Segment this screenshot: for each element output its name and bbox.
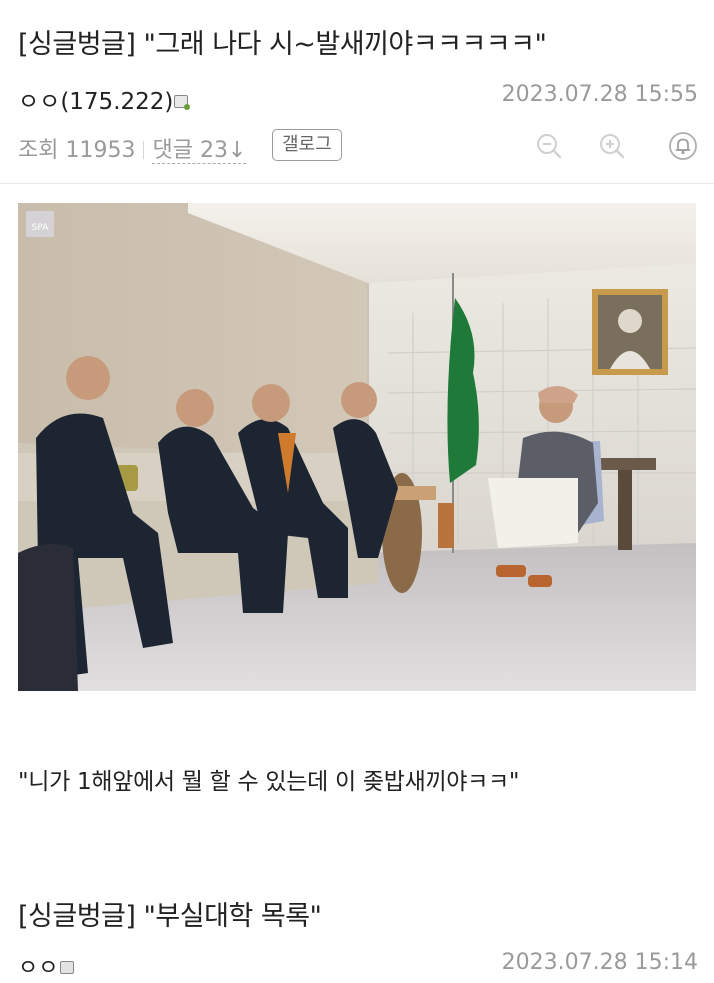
views-label: 조회 11953 bbox=[18, 138, 136, 163]
post-photo[interactable]: SPA bbox=[18, 203, 696, 691]
zoom-in-icon[interactable] bbox=[597, 131, 627, 161]
meeting-photo-illustration: SPA bbox=[18, 203, 696, 691]
gallog-button[interactable]: 갤로그 bbox=[272, 129, 342, 161]
next-post-title[interactable]: [싱글벙글] "부실대학 목록" bbox=[18, 894, 322, 933]
next-post-date: 2023.07.28 15:14 bbox=[501, 950, 698, 975]
post-stats: 조회 11953 댓글 23↓ 갤로그 bbox=[18, 128, 698, 166]
header-divider bbox=[0, 183, 714, 184]
member-badge-icon bbox=[174, 95, 191, 110]
next-author-name[interactable]: ㅇㅇ bbox=[18, 956, 58, 981]
stats-divider bbox=[143, 141, 145, 159]
zoom-out-icon[interactable] bbox=[534, 131, 564, 161]
post-body-text: "니가 1해앞에서 뭘 할 수 있는데 이 좆밥새끼야ㅋㅋ" bbox=[18, 769, 520, 795]
post-title: [싱글벙글] "그래 나다 시~발새끼야ㅋㅋㅋㅋㅋ" bbox=[18, 29, 547, 60]
post-date: 2023.07.28 15:55 bbox=[501, 82, 698, 107]
bell-icon[interactable] bbox=[668, 131, 698, 161]
spa-watermark: SPA bbox=[32, 223, 50, 233]
member-badge-icon bbox=[60, 961, 75, 974]
comments-link[interactable]: 댓글 23↓ bbox=[152, 138, 247, 164]
author-name[interactable]: ㅇㅇ(175.222) bbox=[18, 89, 173, 115]
post-meta: ㅇㅇ(175.222) 2023.07.28 15:55 bbox=[18, 82, 698, 115]
author-info[interactable]: ㅇㅇ(175.222) bbox=[18, 82, 191, 116]
view-count: 조회 11953 댓글 23↓ bbox=[18, 132, 247, 164]
next-post-author[interactable]: ㅇㅇ bbox=[18, 950, 75, 982]
